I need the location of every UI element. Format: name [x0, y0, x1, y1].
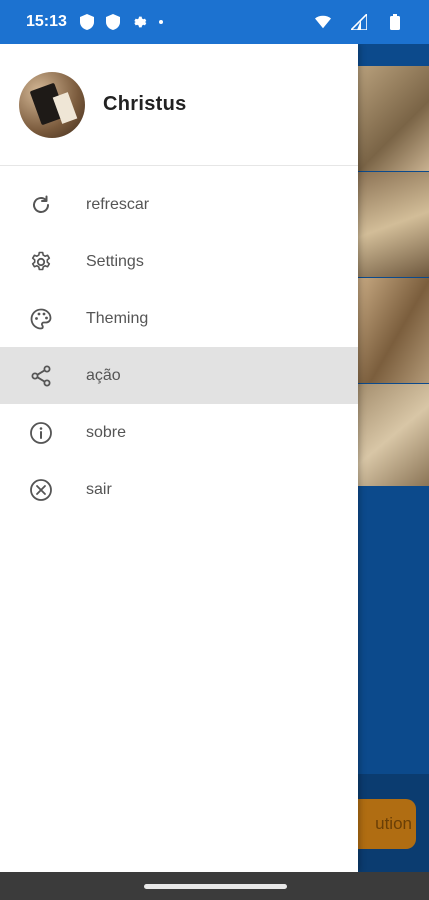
menu-item-label: Settings [86, 252, 144, 270]
battery-icon [387, 14, 403, 30]
notification-dot-icon [158, 20, 163, 24]
background-image [358, 278, 429, 383]
menu-item-label: sobre [86, 423, 127, 441]
status-time: 15:13 [26, 13, 67, 30]
menu-item-theming[interactable]: Theming [0, 290, 358, 347]
wifi-icon [315, 14, 331, 30]
refresh-icon [28, 192, 54, 218]
status-bar: 15:13 [0, 0, 429, 44]
drawer-header: Christus [0, 44, 358, 166]
gear-icon [131, 14, 147, 30]
menu-item-label: sair [86, 480, 112, 498]
background-action-button[interactable]: ution [358, 799, 416, 849]
background-app-content: ution [358, 44, 429, 872]
home-gesture-handle[interactable] [144, 884, 287, 889]
background-image [358, 172, 429, 277]
background-image [358, 384, 429, 486]
drawer-menu: refrescar Settings Theming ação sobre sa… [0, 166, 358, 518]
menu-item-share[interactable]: ação [0, 347, 358, 404]
menu-item-label: ação [86, 366, 121, 384]
navigation-drawer: Christus refrescar Settings Theming ação [0, 44, 358, 872]
menu-item-about[interactable]: sobre [0, 404, 358, 461]
share-icon [28, 363, 54, 389]
close-circle-icon [28, 477, 54, 503]
menu-item-exit[interactable]: sair [0, 461, 358, 518]
shield-icon [79, 14, 95, 30]
avatar[interactable] [19, 71, 85, 138]
background-image [358, 66, 429, 171]
palette-icon [28, 306, 54, 332]
gear-icon [28, 249, 54, 275]
shield-icon [105, 14, 121, 30]
signal-icon [351, 14, 367, 30]
system-navigation-bar [0, 872, 429, 900]
menu-item-refresh[interactable]: refrescar [0, 176, 358, 233]
menu-item-label: Theming [86, 309, 149, 327]
menu-item-settings[interactable]: Settings [0, 233, 358, 290]
info-icon [28, 420, 54, 446]
drawer-title: Christus [103, 93, 187, 115]
menu-item-label: refrescar [86, 195, 150, 213]
